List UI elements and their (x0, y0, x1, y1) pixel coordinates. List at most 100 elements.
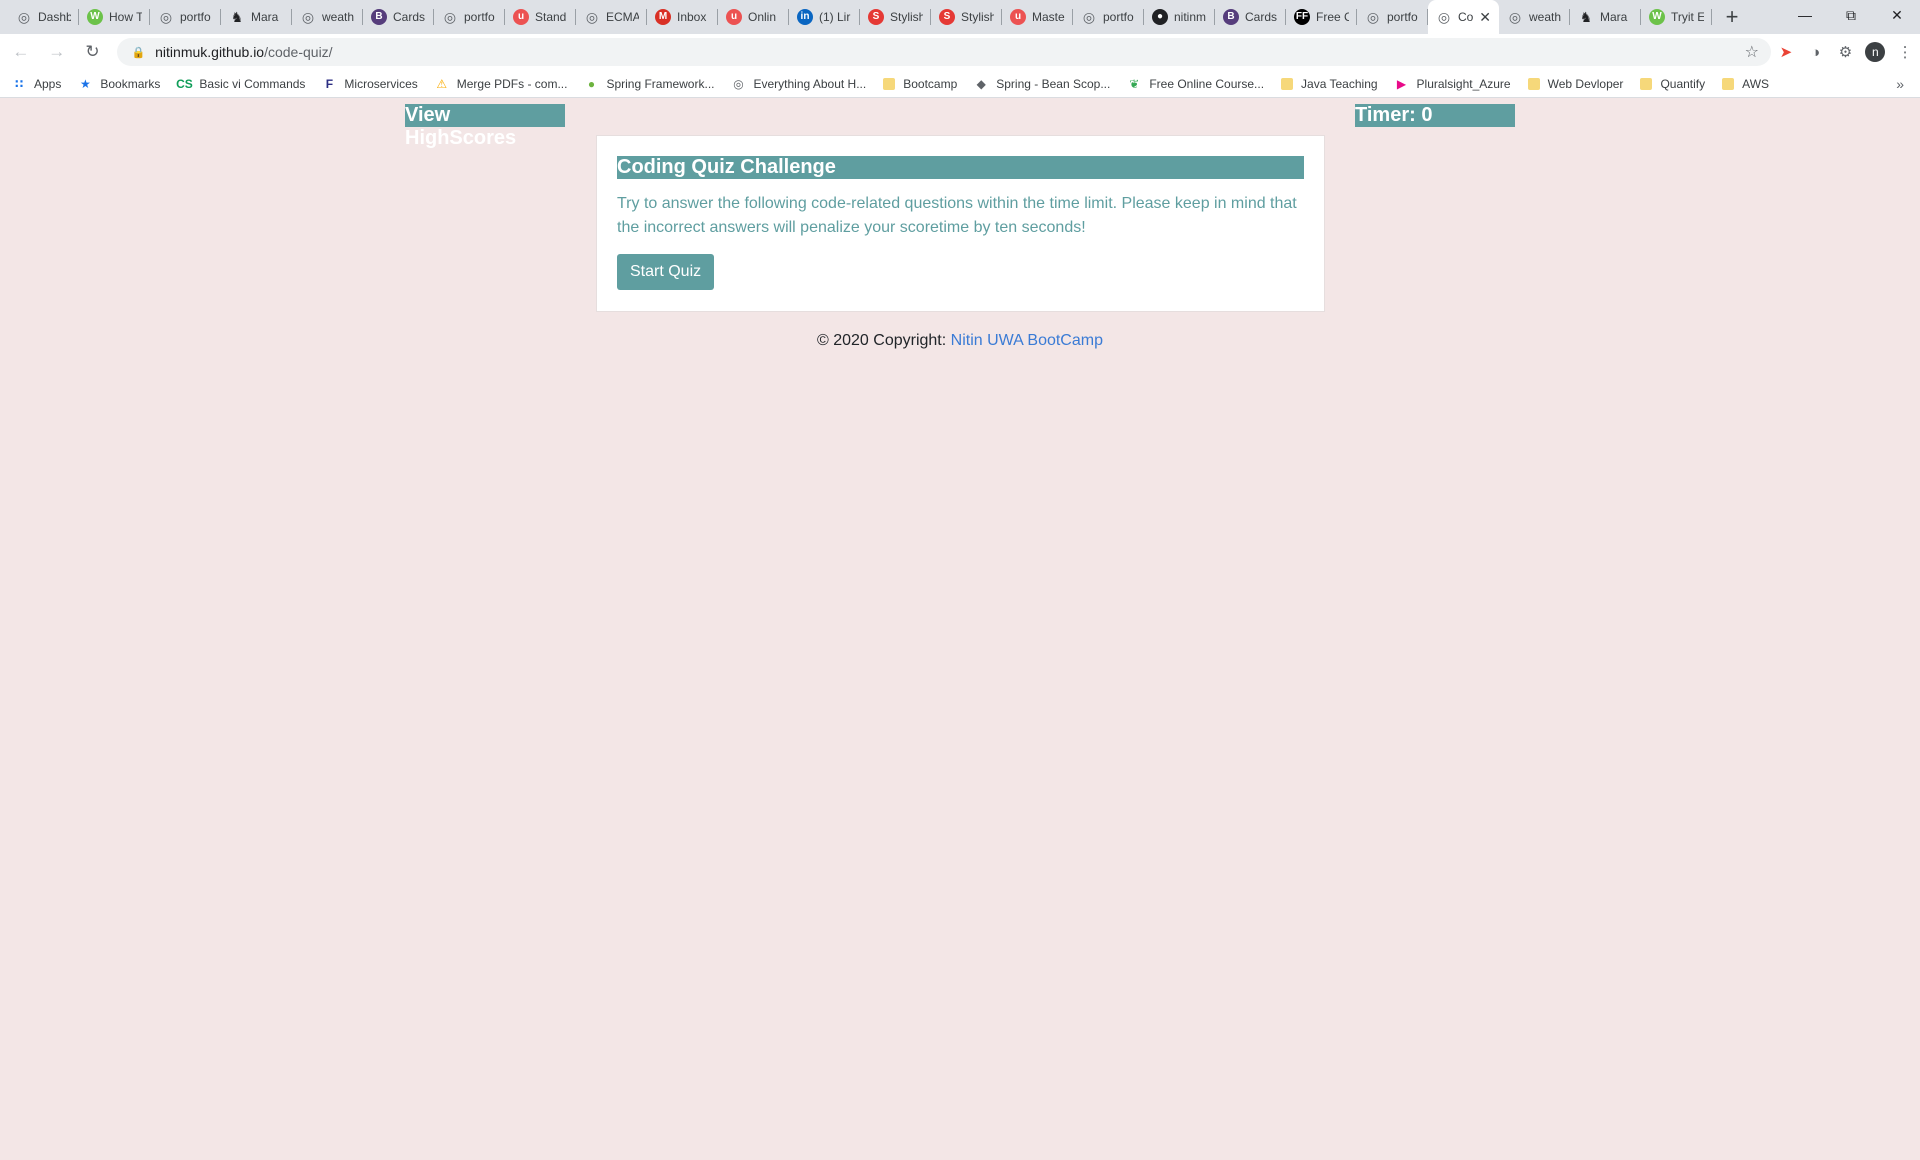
bookmark-label: Basic vi Commands (199, 76, 306, 91)
window-controls: — ⧉ ✕ (1782, 0, 1920, 30)
bookmark-item[interactable]: CS Basic vi Commands (176, 76, 306, 91)
bookmark-item[interactable]: ◎ Everything About H... (731, 77, 866, 91)
tab[interactable]: ♞ Mara (1570, 0, 1641, 34)
tab[interactable]: ◎ weath (1499, 0, 1570, 34)
tab[interactable]: FF Free C (1286, 0, 1357, 34)
profile-avatar[interactable]: n (1860, 37, 1890, 67)
tab-active[interactable]: ◎ Co ✕ (1428, 0, 1499, 34)
tab-title: (1) Lir (819, 10, 851, 24)
tab-title: Mara (251, 10, 279, 24)
bookmark-item[interactable]: F Microservices (322, 76, 418, 91)
tab[interactable]: ◎ Dashb (8, 0, 79, 34)
bookmark-item[interactable]: AWS (1722, 77, 1769, 91)
tab-title: Co (1458, 10, 1474, 24)
tab[interactable]: ◎ ECMA (576, 0, 647, 34)
horse-icon: ♞ (230, 9, 244, 25)
bookmark-item[interactable]: ⚠ Merge PDFs - com... (435, 77, 567, 91)
linkedin-icon: in (797, 9, 813, 25)
s-icon: S (868, 9, 884, 25)
globe-icon: ◎ (17, 9, 31, 25)
star-icon: ★ (79, 76, 91, 91)
address-bar[interactable]: 🔒 nitinmuk.github.io/code-quiz/ ☆ (117, 38, 1771, 66)
card-title: Coding Quiz Challenge (617, 156, 1304, 179)
tab[interactable]: u Maste (1002, 0, 1073, 34)
tab[interactable]: ◎ portfo (434, 0, 505, 34)
lock-icon[interactable]: 🔒 (131, 46, 145, 59)
new-tab-button[interactable]: + (1718, 3, 1746, 31)
pluralsight-icon: ▶ (1396, 76, 1407, 91)
tab[interactable]: ● nitinm (1144, 0, 1215, 34)
f-icon: F (325, 76, 334, 91)
tab[interactable]: u Stand (505, 0, 576, 34)
bookmark-item[interactable]: ▶ Pluralsight_Azure (1395, 77, 1511, 91)
tab-title: Cards (393, 10, 426, 24)
tab-list: ◎ Dashb W How T ◎ portfo ♞ Mara ◎ weath B Cards ◎ por… (0, 0, 1746, 34)
folder-icon (883, 77, 896, 90)
bookmark-item[interactable]: ● Spring Framework... (584, 76, 715, 91)
menu-kebab-icon[interactable]: ⋮ (1890, 37, 1920, 67)
bookmark-item[interactable]: Web Devloper (1527, 77, 1623, 91)
tab[interactable]: ♞ Mara (221, 0, 292, 34)
bookmark-item[interactable]: Java Teaching (1281, 77, 1378, 91)
udemy-icon: u (513, 9, 529, 25)
extensions-puzzle-icon[interactable]: ⚙ (1831, 37, 1861, 67)
ws-icon: W (87, 9, 103, 25)
tab[interactable]: ◎ weath (292, 0, 363, 34)
tab-title: weath (322, 10, 355, 24)
bookmark-item[interactable]: Quantify (1640, 77, 1705, 91)
tab[interactable]: in (1) Lir (789, 0, 860, 34)
tab[interactable]: ◎ portfo (1073, 0, 1144, 34)
tab[interactable]: W Tryit E (1641, 0, 1712, 34)
footer-link[interactable]: Nitin UWA BootCamp (951, 332, 1103, 349)
tab-title: nitinm (1174, 10, 1207, 24)
tab-title: Tryit E (1671, 10, 1704, 24)
bookmark-item[interactable]: ★ Bookmarks (78, 77, 160, 91)
globe-icon: ◎ (1437, 9, 1451, 25)
tab[interactable]: B Cards (363, 0, 434, 34)
bookmark-item[interactable]: ∷ Apps (12, 76, 62, 91)
tab-title: Dashb (38, 10, 71, 24)
tab[interactable]: W How T (79, 0, 150, 34)
timer-display: Timer: 0 (1355, 104, 1515, 127)
bookmarks-overflow-icon[interactable]: » (1896, 76, 1904, 92)
cast-extension-icon[interactable]: ➤ (1771, 37, 1801, 67)
bookmark-item[interactable]: Bootcamp (883, 77, 957, 91)
tab[interactable]: u Onlin (718, 0, 789, 34)
tab-title: Cards (1245, 10, 1278, 24)
url-host: nitinmuk.github.io (155, 44, 265, 60)
tab-title: Stand (535, 10, 567, 24)
dark-mode-extension-icon[interactable]: ◑ (1801, 37, 1831, 67)
bookmark-item[interactable]: ❦ Free Online Course... (1127, 77, 1264, 91)
cs-icon: CS (176, 76, 193, 91)
tab[interactable]: S Stylish (931, 0, 1002, 34)
tab-close-icon[interactable]: ✕ (1479, 9, 1491, 26)
page-content: View HighScores Timer: 0 Coding Quiz Cha… (0, 98, 1920, 1160)
tab[interactable]: S Stylish (860, 0, 931, 34)
bookmark-label: Java Teaching (1301, 76, 1378, 91)
tab-title: Onlin (748, 10, 777, 24)
bootstrap-icon: B (1223, 9, 1239, 25)
reload-icon[interactable]: ↻ (78, 37, 108, 67)
tab-title: How T (109, 10, 142, 24)
minimize-icon[interactable]: — (1782, 0, 1828, 30)
bookmark-label: Spring Framework... (606, 76, 715, 91)
restore-icon[interactable]: ⧉ (1828, 0, 1874, 30)
footer-copyright: © 2020 Copyright: (817, 332, 951, 349)
quiz-intro-card: Coding Quiz Challenge Try to answer the … (596, 135, 1325, 312)
bookmark-label: Pluralsight_Azure (1416, 76, 1511, 91)
tab[interactable]: ◎ portfo (1357, 0, 1428, 34)
bookmark-item[interactable]: ◆ Spring - Bean Scop... (974, 76, 1111, 91)
tab[interactable]: B Cards (1215, 0, 1286, 34)
bookmark-star-icon[interactable]: ☆ (1745, 42, 1759, 62)
start-quiz-button[interactable]: Start Quiz (617, 254, 715, 290)
tab[interactable]: M Inbox (647, 0, 718, 34)
back-icon[interactable]: ← (6, 37, 36, 67)
close-window-icon[interactable]: ✕ (1874, 0, 1920, 30)
tab-title: ECMA (606, 10, 639, 24)
tab[interactable]: ◎ portfo (150, 0, 221, 34)
view-highscores-link[interactable]: View HighScores (405, 104, 565, 149)
apps-icon: ∷ (14, 76, 24, 91)
gmail-icon: M (655, 9, 671, 25)
diamond-icon: ◆ (976, 76, 986, 91)
forward-icon[interactable]: → (42, 37, 72, 67)
